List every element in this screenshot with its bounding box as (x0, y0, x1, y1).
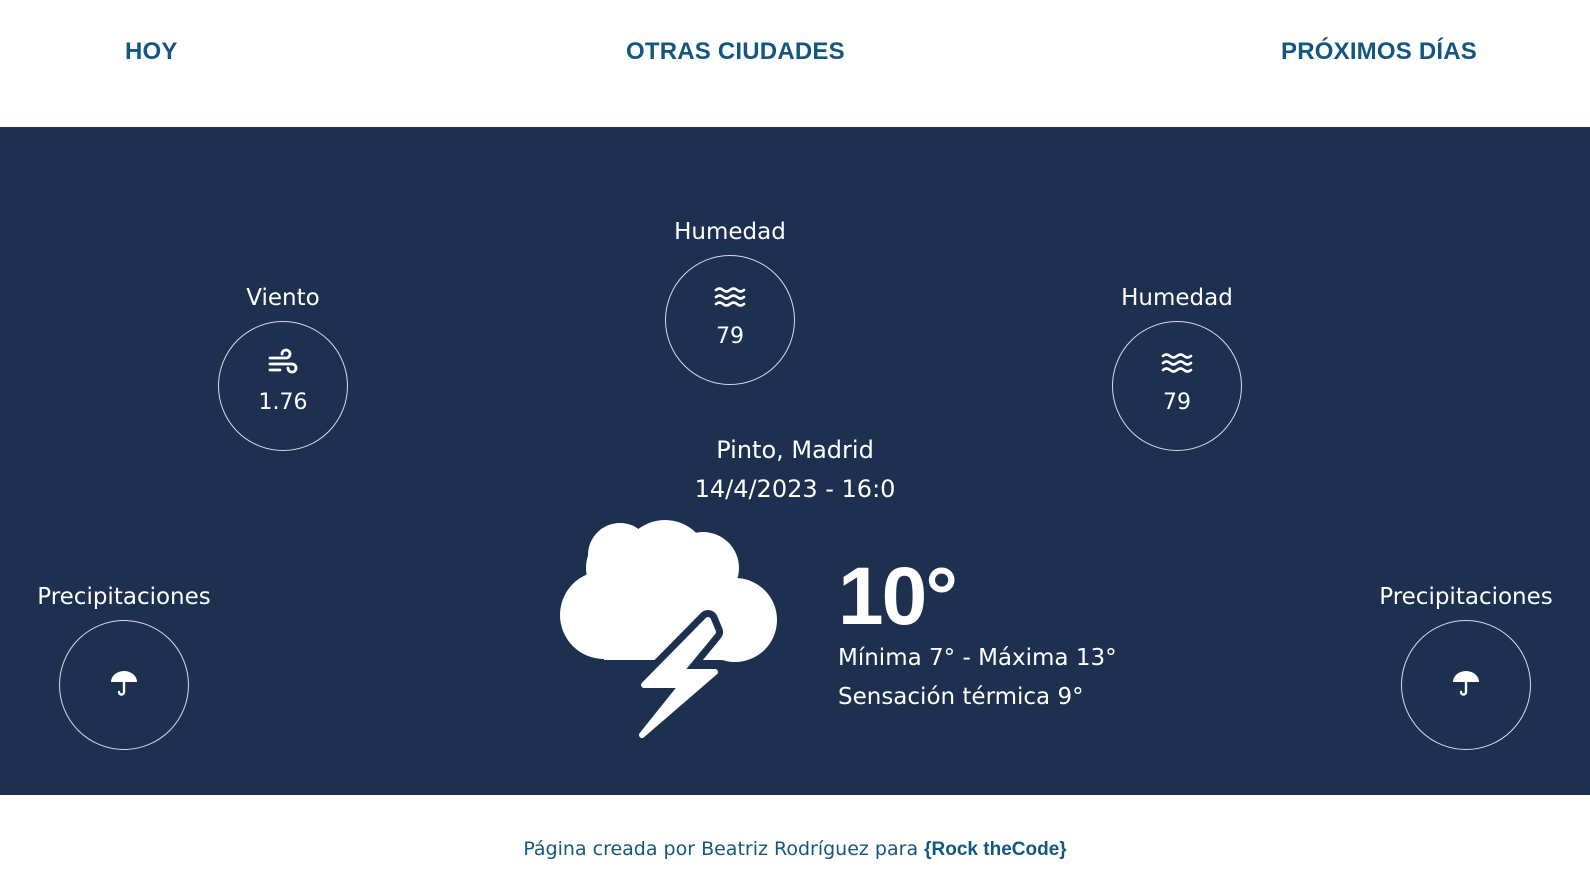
precipitation-stat-right: Precipitaciones (1366, 582, 1566, 750)
wind-label: Viento (246, 285, 320, 311)
nav-link-otras-ciudades[interactable]: OTRAS CIUDADES (626, 38, 845, 66)
humidity-stat-center: Humedad 79 (630, 217, 830, 385)
footer-credit-text: Página creada por Beatriz Rodríguez para (523, 838, 919, 860)
umbrella-icon (111, 671, 137, 696)
top-navigation: HOY OTRAS CIUDADES PRÓXIMOS DÍAS (0, 0, 1590, 127)
footer-brand-link[interactable]: {Rock theCode} (924, 839, 1067, 860)
feels-like-temperature: Sensación térmica 9° (838, 684, 1084, 710)
precipitation-circle[interactable] (59, 620, 189, 750)
wind-value: 1.76 (258, 390, 308, 415)
humidity-stat-right: Humedad 79 (1077, 283, 1277, 451)
location-name: Pinto, Madrid (716, 436, 874, 464)
nav-link-hoy[interactable]: HOY (125, 38, 178, 66)
precipitation-label: Precipitaciones (1379, 584, 1553, 610)
min-max-temperature: Mínima 7° - Máxima 13° (838, 645, 1117, 671)
temperature-value: 10° (838, 551, 958, 642)
thunderstorm-cloud-icon (560, 520, 777, 745)
umbrella-icon (1453, 671, 1479, 696)
wind-icon (268, 348, 298, 374)
humidity-waves-icon (714, 287, 746, 307)
wind-stat: Viento 1.76 (183, 283, 383, 451)
footer-credit: Página creada por Beatriz Rodríguez para… (0, 838, 1590, 861)
humidity-value: 79 (716, 324, 744, 349)
humidity-label: Humedad (1121, 285, 1233, 311)
date-time: 14/4/2023 - 16:0 (694, 475, 896, 503)
precipitation-stat-left: Precipitaciones (24, 582, 224, 750)
weather-panel: Viento 1.76 Humedad 79 Humedad 79 Precip… (0, 127, 1590, 795)
humidity-circle[interactable]: 79 (665, 255, 795, 385)
humidity-waves-icon (1161, 353, 1193, 373)
humidity-value: 79 (1163, 390, 1191, 415)
wind-circle[interactable]: 1.76 (218, 321, 348, 451)
nav-link-proximos-dias[interactable]: PRÓXIMOS DÍAS (1281, 38, 1477, 66)
precipitation-circle[interactable] (1401, 620, 1531, 750)
humidity-circle[interactable]: 79 (1112, 321, 1242, 451)
footer: Página creada por Beatriz Rodríguez para… (0, 795, 1590, 883)
precipitation-label: Precipitaciones (37, 584, 211, 610)
humidity-label: Humedad (674, 219, 786, 245)
